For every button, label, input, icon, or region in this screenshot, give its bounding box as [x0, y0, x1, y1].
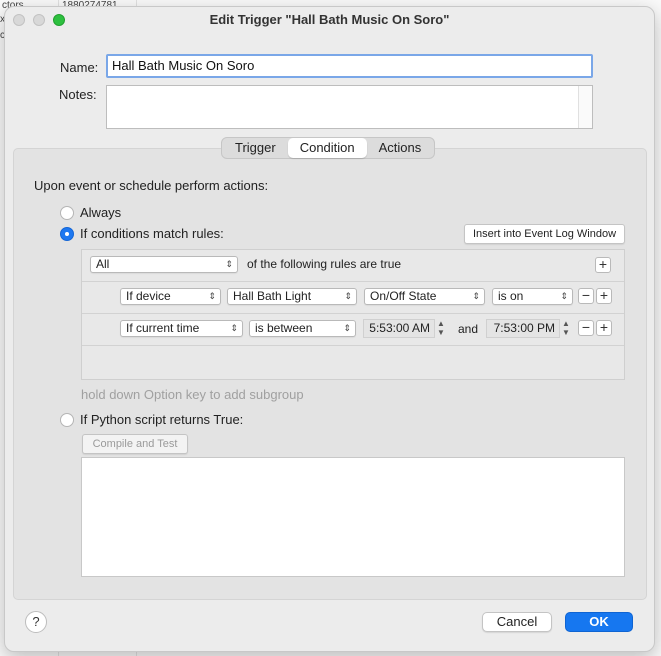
- operator-popup[interactable]: is on ⇕: [492, 288, 573, 305]
- rule-type-value: If current time: [126, 321, 200, 335]
- notes-field[interactable]: [106, 85, 593, 129]
- chevron-updown-icon: ⇕: [344, 291, 352, 301]
- chevron-updown-icon: ⇕: [230, 323, 238, 333]
- chevron-updown-icon: ⇕: [208, 291, 216, 301]
- condition-intro: Upon event or schedule perform actions:: [34, 178, 269, 193]
- match-rules-radio[interactable]: [60, 227, 74, 241]
- python-label: If Python script returns True:: [80, 412, 244, 427]
- always-label: Always: [80, 205, 122, 220]
- always-radio[interactable]: [60, 206, 74, 220]
- match-mode-popup[interactable]: All ⇕: [90, 256, 238, 273]
- chevron-updown-icon: ⇕: [560, 291, 568, 301]
- python-script-editor[interactable]: [81, 457, 625, 577]
- chevron-updown-icon: ⇕: [472, 291, 480, 301]
- cancel-button[interactable]: Cancel: [482, 612, 552, 632]
- rule-type-popup[interactable]: If current time ⇕: [120, 320, 243, 337]
- time-operator-value: is between: [255, 321, 313, 335]
- rules-divider: [82, 345, 624, 346]
- edit-trigger-dialog: Edit Trigger "Hall Bath Music On Soro" N…: [4, 6, 655, 652]
- chevron-updown-icon: ⇕: [343, 323, 351, 333]
- window-title: Edit Trigger "Hall Bath Music On Soro": [209, 12, 450, 27]
- tab-trigger[interactable]: Trigger: [223, 138, 288, 158]
- tab-actions[interactable]: Actions: [367, 138, 434, 158]
- state-popup[interactable]: On/Off State ⇕: [364, 288, 485, 305]
- remove-rule-button[interactable]: −: [578, 288, 594, 304]
- tab-bar: Trigger Condition Actions: [221, 137, 436, 159]
- end-time-stepper[interactable]: ▲ ▼: [561, 319, 571, 338]
- help-button[interactable]: ?: [25, 611, 47, 633]
- rule-type-value: If device: [126, 289, 171, 303]
- add-rule-button[interactable]: +: [596, 320, 612, 336]
- match-mode-value: All: [96, 257, 110, 271]
- state-value: On/Off State: [370, 289, 437, 303]
- rules-divider: [82, 281, 624, 282]
- rule-type-popup[interactable]: If device ⇕: [120, 288, 221, 305]
- rules-divider: [82, 313, 624, 314]
- end-time-field[interactable]: 7:53:00 PM: [486, 319, 560, 338]
- time-operator-popup[interactable]: is between ⇕: [249, 320, 356, 337]
- tab-condition[interactable]: Condition: [287, 138, 367, 158]
- add-rule-button[interactable]: +: [595, 257, 611, 273]
- python-radio[interactable]: [60, 413, 74, 427]
- device-value: Hall Bath Light: [233, 289, 312, 303]
- name-field[interactable]: Hall Bath Music On Soro: [106, 54, 593, 78]
- add-rule-button[interactable]: +: [596, 288, 612, 304]
- chevron-updown-icon: ⇕: [225, 259, 233, 269]
- operator-value: is on: [498, 289, 524, 303]
- device-popup[interactable]: Hall Bath Light ⇕: [227, 288, 357, 305]
- match-rules-label: If conditions match rules:: [80, 226, 224, 241]
- notes-scrollbar[interactable]: [578, 86, 592, 128]
- remove-rule-button[interactable]: −: [578, 320, 594, 336]
- start-time-stepper[interactable]: ▲ ▼: [436, 319, 446, 338]
- subgroup-hint: hold down Option key to add subgroup: [81, 387, 304, 402]
- start-time-field[interactable]: 5:53:00 AM: [363, 319, 435, 338]
- compile-and-test-button[interactable]: Compile and Test: [82, 434, 188, 454]
- ok-button[interactable]: OK: [565, 612, 633, 632]
- time-conjunction: and: [458, 322, 479, 336]
- name-label: Name:: [60, 60, 99, 75]
- notes-label: Notes:: [59, 87, 97, 102]
- rules-editor: All ⇕ of the following rules are true + …: [81, 249, 625, 380]
- insert-event-log-button[interactable]: Insert into Event Log Window: [464, 224, 625, 244]
- match-mode-suffix: of the following rules are true: [247, 257, 402, 271]
